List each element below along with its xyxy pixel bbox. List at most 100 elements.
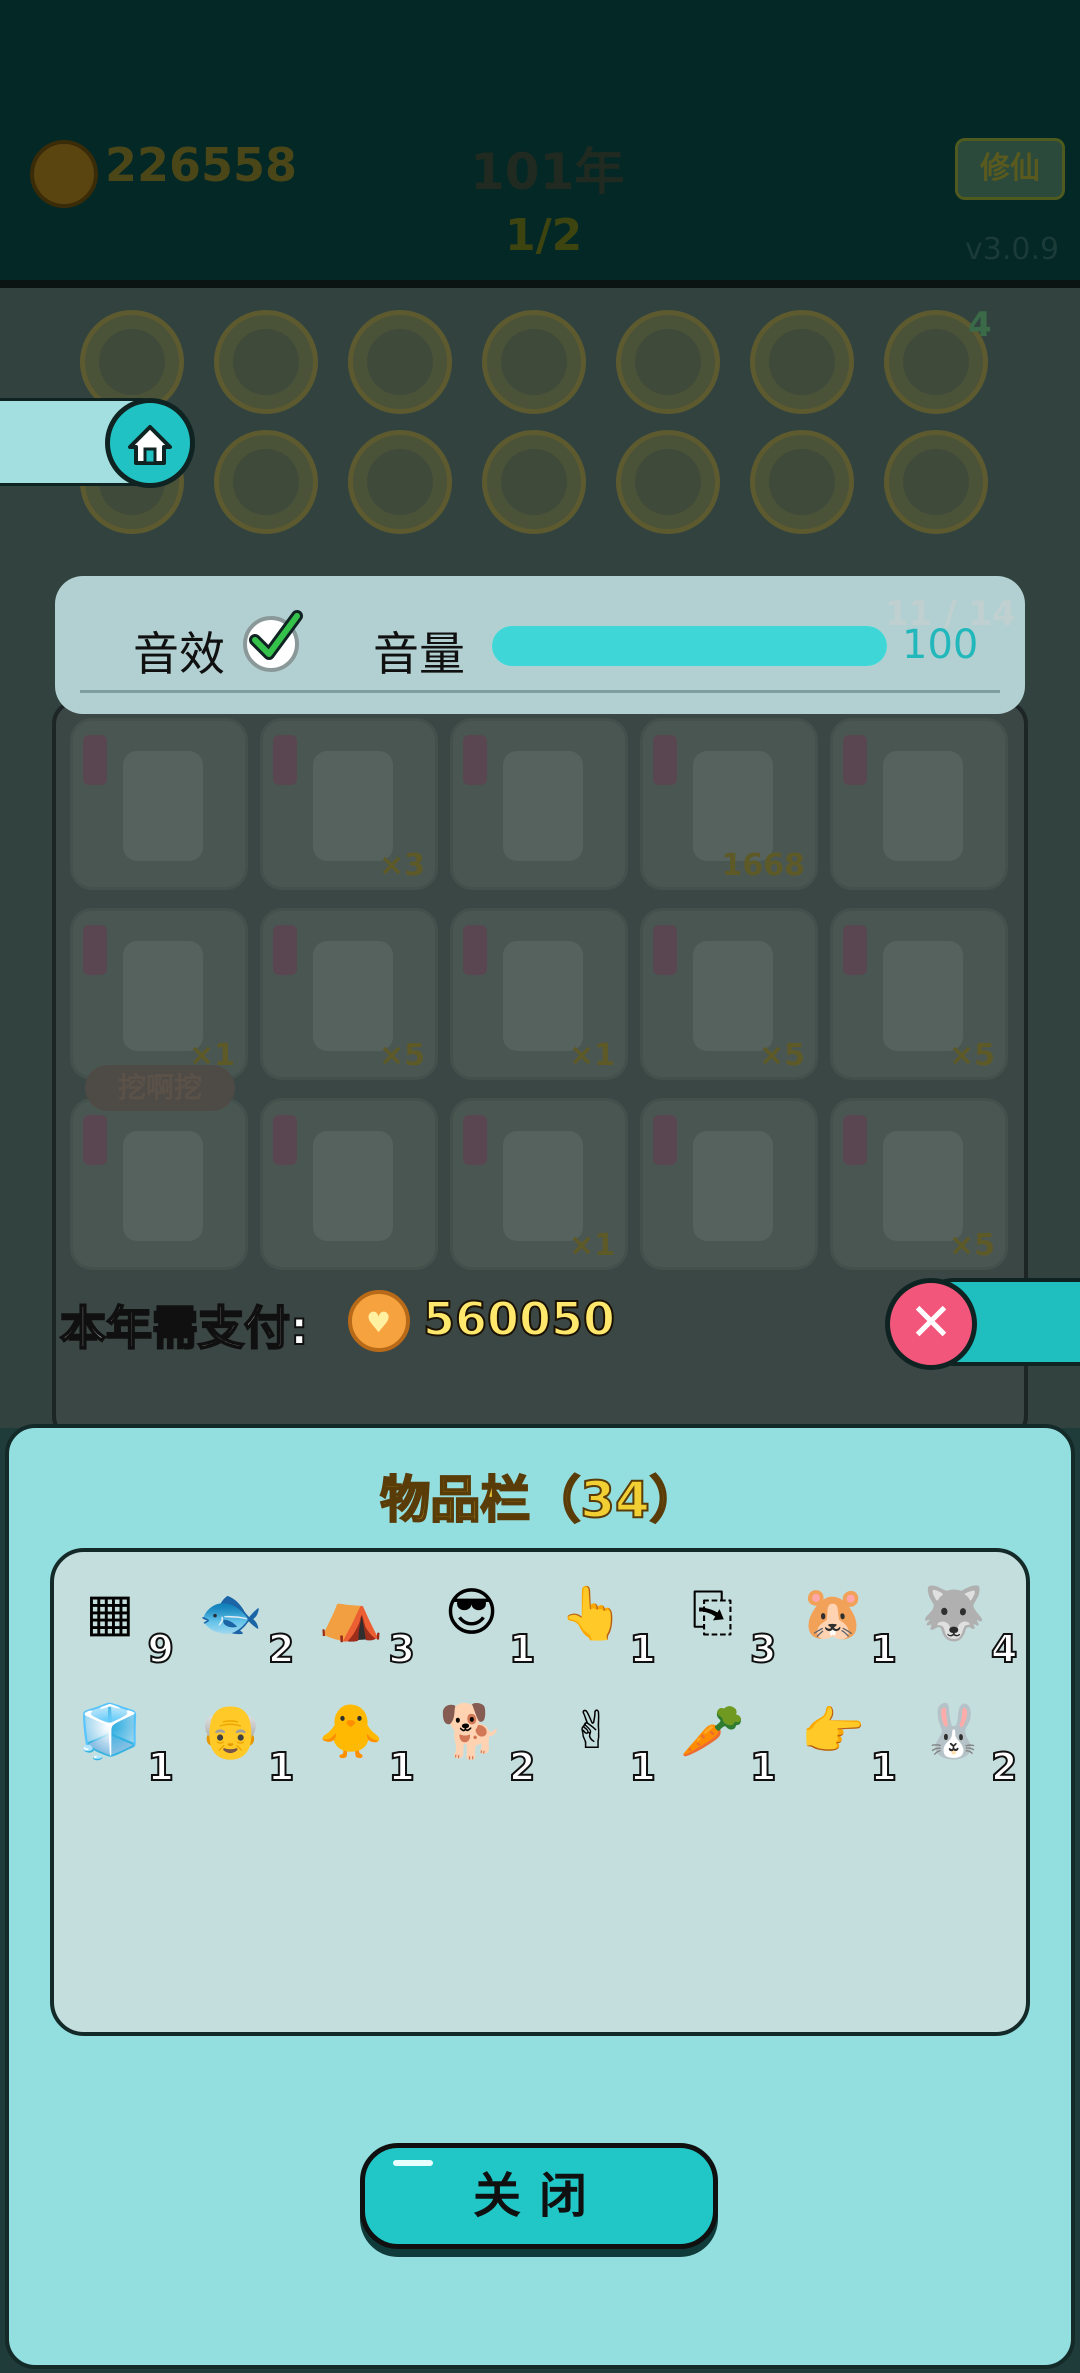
tree-badge-icon bbox=[616, 310, 720, 414]
hamster-icon: 🐹 bbox=[800, 1583, 866, 1644]
annual-payment-label: 本年需支付: bbox=[59, 1300, 309, 1356]
rgb-badge-icon bbox=[482, 310, 586, 414]
card-art bbox=[503, 751, 583, 861]
item-quantity: 1 bbox=[267, 1744, 295, 1790]
card-art bbox=[123, 751, 203, 861]
item-quantity: 1 bbox=[749, 1744, 777, 1790]
coin-balance: 226558 bbox=[105, 138, 298, 192]
card-count: 1668 bbox=[721, 848, 806, 883]
wave-counter: 1/2 bbox=[505, 210, 583, 261]
rarity-tag bbox=[463, 735, 487, 785]
brown-hand-icon: ✌ bbox=[570, 1701, 614, 1761]
husky-king-icon: 🐺 bbox=[921, 1583, 986, 1644]
item-quantity: 1 bbox=[870, 1626, 898, 1672]
card-art bbox=[313, 1131, 393, 1241]
inventory-slot[interactable]: ⛺ 3 bbox=[309, 1567, 421, 1673]
item-quantity: 1 bbox=[388, 1744, 416, 1790]
fridge-icon: 🧊 bbox=[77, 1701, 143, 1762]
item-quantity: 4 bbox=[990, 1626, 1018, 1672]
red-rabbit-icon: 🐰 bbox=[921, 1701, 986, 1762]
inventory-slot[interactable]: 🐺 4 bbox=[912, 1567, 1024, 1673]
item-card bbox=[70, 718, 248, 890]
card-count: ×5 bbox=[758, 1038, 805, 1073]
copy-paste-icon: ⎘ bbox=[691, 1582, 734, 1643]
rarity-tag bbox=[653, 735, 677, 785]
gray-hand-icon: 👉 bbox=[800, 1701, 866, 1762]
inventory-slot[interactable]: 🐰 2 bbox=[912, 1685, 1024, 1791]
cake-badge-icon bbox=[214, 430, 318, 534]
item-quantity: 1 bbox=[508, 1626, 536, 1672]
green-cap-guy-icon: 😎 bbox=[444, 1583, 499, 1643]
item-quantity: 1 bbox=[870, 1744, 898, 1790]
card-count: ×3 bbox=[378, 848, 425, 883]
home-button[interactable] bbox=[105, 398, 195, 488]
handshake-badge-icon bbox=[348, 430, 452, 534]
card-art bbox=[883, 941, 963, 1051]
annual-payment-amount: 560050 bbox=[422, 1291, 616, 1347]
close-x-button[interactable]: ✕ bbox=[885, 1278, 977, 1370]
inventory-slot[interactable]: 👴 1 bbox=[189, 1685, 301, 1791]
button-shine bbox=[393, 2160, 433, 2166]
card-art bbox=[313, 941, 393, 1051]
inventory-slot[interactable]: ✌ 1 bbox=[550, 1685, 662, 1790]
card-count: ×5 bbox=[378, 1038, 425, 1073]
sound-effects-label: 音效 bbox=[133, 627, 225, 681]
inventory-slot[interactable]: ⎘ 3 bbox=[671, 1567, 783, 1673]
sound-effects-checkbox[interactable] bbox=[243, 610, 303, 672]
rarity-tag bbox=[653, 1115, 677, 1165]
item-card: ×3 bbox=[260, 718, 438, 890]
volume-label: 音量 bbox=[373, 627, 465, 681]
item-quantity: 1 bbox=[629, 1744, 657, 1790]
card-count: ×5 bbox=[948, 1038, 995, 1073]
cultivate-button: 修仙 bbox=[955, 138, 1065, 200]
item-card: ×1 bbox=[450, 908, 628, 1080]
card-art bbox=[883, 1131, 963, 1241]
recycle-badge-icon bbox=[750, 430, 854, 534]
rarity-tag bbox=[83, 925, 107, 975]
item-card: ×1 bbox=[70, 908, 248, 1080]
inventory-slot[interactable]: 🐹 1 bbox=[791, 1567, 903, 1673]
coin-icon bbox=[30, 140, 98, 208]
item-quantity: 3 bbox=[388, 1626, 416, 1672]
volume-value: 100 bbox=[902, 622, 979, 668]
card-count: ×1 bbox=[568, 1228, 615, 1263]
rabbit-tent-icon: ⛺ bbox=[318, 1583, 384, 1644]
card-art bbox=[693, 941, 773, 1051]
inventory-slot[interactable]: 😎 1 bbox=[430, 1567, 542, 1672]
item-quantity: 9 bbox=[147, 1626, 175, 1672]
home-icon bbox=[128, 425, 172, 465]
inventory-slot[interactable]: 👉 1 bbox=[791, 1685, 903, 1791]
close-button[interactable]: 关闭 bbox=[360, 2143, 718, 2249]
item-quantity: 1 bbox=[629, 1626, 657, 1672]
card-art bbox=[123, 941, 203, 1051]
rarity-tag bbox=[83, 735, 107, 785]
inventory-slot[interactable]: 🐕 2 bbox=[430, 1685, 542, 1791]
inventory-slot[interactable]: 🧊 1 bbox=[68, 1685, 180, 1791]
rgb-badge-icon bbox=[616, 430, 720, 534]
tree-badge-icon bbox=[214, 310, 318, 414]
item-card: ×1 bbox=[450, 1098, 628, 1270]
item-card bbox=[70, 1098, 248, 1270]
rarity-tag bbox=[653, 925, 677, 975]
inventory-slot[interactable]: ▦ 9 bbox=[68, 1567, 180, 1672]
skirt-badge-icon bbox=[348, 310, 452, 414]
gpu-card-icon: ▦ bbox=[85, 1583, 135, 1643]
item-quantity: 2 bbox=[508, 1744, 536, 1790]
card-art bbox=[503, 941, 583, 1051]
year-label: 101年 bbox=[470, 143, 625, 201]
card-count: ×5 bbox=[948, 1228, 995, 1263]
card-art bbox=[123, 1131, 203, 1241]
version-label: v3.0.9 bbox=[965, 232, 1060, 267]
inventory-slot[interactable]: 🥕 1 bbox=[671, 1685, 783, 1791]
card-count: ×1 bbox=[568, 1038, 615, 1073]
item-quantity: 3 bbox=[749, 1626, 777, 1672]
inventory-slot[interactable]: 👆 1 bbox=[550, 1567, 662, 1673]
item-card: 1668 bbox=[640, 718, 818, 890]
rarity-tag bbox=[83, 1115, 107, 1165]
coin-icon: ♥ bbox=[348, 1290, 410, 1352]
rarity-tag bbox=[843, 1115, 867, 1165]
inventory-slot[interactable]: 🐥 1 bbox=[309, 1685, 421, 1791]
inventory-slot[interactable]: 🐟 2 bbox=[189, 1567, 301, 1673]
settings-divider bbox=[80, 690, 1000, 693]
inventory-title: 物品栏（34） bbox=[379, 1470, 701, 1530]
